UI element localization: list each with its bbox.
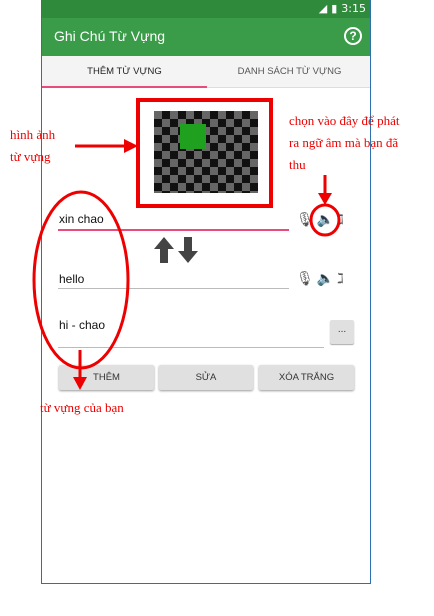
image-highlight-box (136, 98, 273, 208)
annotation-overlay (32, 98, 341, 390)
audio-arrowhead (318, 193, 332, 205)
image-arrowhead (124, 139, 138, 153)
words-arrowhead (73, 377, 87, 390)
speaker-highlight-circle (309, 203, 341, 237)
words-highlight-ellipse (32, 190, 130, 370)
